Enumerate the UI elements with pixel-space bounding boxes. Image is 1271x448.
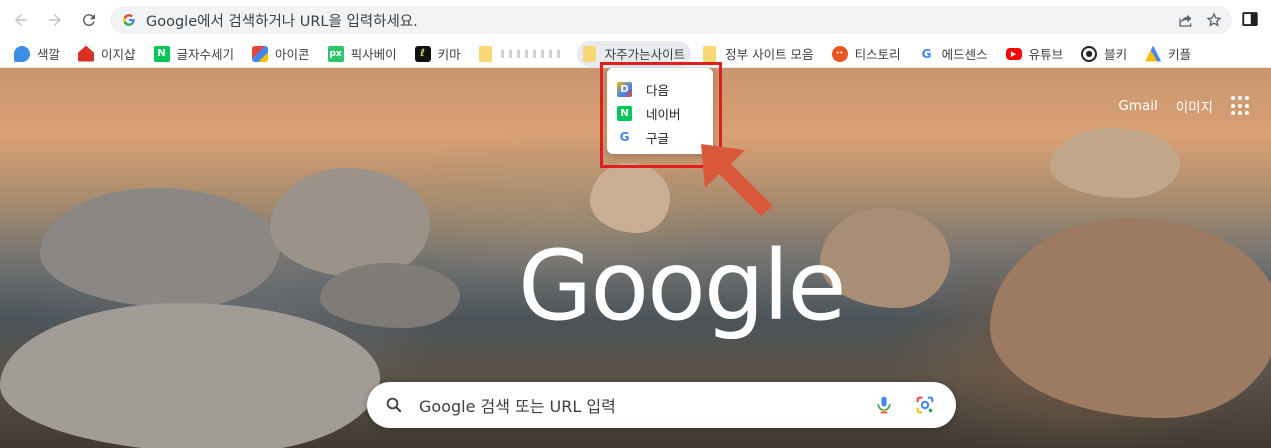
youtube-icon: ▶ (1005, 47, 1022, 60)
apps-grid-icon[interactable] (1231, 96, 1251, 116)
background-rock (320, 263, 460, 328)
bookmark-item[interactable]: ▶ 유튜브 (1000, 41, 1070, 67)
google-g-icon (123, 14, 135, 26)
icon-shapes-icon (252, 45, 269, 62)
background-rock (270, 168, 430, 278)
top-links: Gmail 이미지 (1118, 96, 1251, 116)
side-panel-icon[interactable] (1241, 10, 1259, 28)
redacted-label (500, 49, 565, 58)
bookmark-item[interactable]: G 에드센스 (913, 41, 994, 67)
browser-toolbar: Google에서 검색하거나 URL을 입력하세요. (0, 0, 1271, 40)
search-placeholder: Google 검색 또는 URL 입력 (419, 397, 616, 416)
arrow-right-icon (49, 14, 61, 26)
folder-icon (478, 45, 492, 62)
background-rock (990, 218, 1271, 418)
target-icon: ● (1081, 45, 1098, 62)
images-link[interactable]: 이미지 (1176, 96, 1213, 116)
naver-n-icon: N (153, 45, 170, 62)
google-g-icon: G (921, 46, 932, 61)
gmail-link[interactable]: Gmail (1118, 98, 1157, 114)
google-logo: Google (518, 230, 847, 342)
bookmark-item[interactable]: 색깔 (8, 41, 66, 67)
pixabay-icon: px (327, 45, 344, 62)
search-icon (386, 397, 402, 413)
bookmark-item[interactable]: ·· 티스토리 (826, 41, 907, 67)
reload-icon (82, 14, 95, 27)
folder-icon (703, 45, 717, 62)
shop-house-icon (78, 45, 95, 62)
share-icon[interactable] (1178, 12, 1194, 28)
bookmark-item[interactable]: 이지샵 (72, 41, 142, 67)
reload-button[interactable] (72, 3, 106, 37)
bookmark-folder[interactable] (473, 41, 571, 67)
address-bar[interactable]: Google에서 검색하거나 URL을 입력하세요. (110, 6, 1232, 34)
color-palette-icon (14, 45, 30, 62)
address-text: Google에서 검색하거나 URL을 입력하세요. (146, 13, 418, 30)
tistory-icon: ·· (831, 45, 848, 62)
bookmark-item[interactable]: 키플 (1139, 41, 1197, 67)
background-rock (1050, 128, 1180, 198)
forward-button[interactable] (38, 3, 72, 37)
back-button[interactable] (4, 3, 38, 37)
keyma-icon: ℓ (414, 45, 431, 62)
bookmark-item[interactable]: ● 블키 (1075, 41, 1133, 67)
google-lens-icon[interactable] (914, 394, 936, 416)
background-rock (40, 188, 280, 308)
pointer-arrow-icon (701, 144, 773, 216)
microphone-icon[interactable] (874, 394, 894, 416)
search-box[interactable]: Google 검색 또는 URL 입력 (367, 382, 956, 428)
arrow-left-icon (15, 14, 27, 26)
folder-icon (582, 45, 596, 62)
background-rock (590, 163, 670, 233)
background-rock (0, 303, 380, 448)
google-ads-icon (1145, 45, 1162, 62)
bookmark-item[interactable]: px 픽사베이 (322, 41, 403, 67)
bookmark-item[interactable]: N 글자수세기 (148, 41, 241, 67)
bookmark-item[interactable]: ℓ 키마 (409, 41, 467, 67)
bookmark-item[interactable]: 아이콘 (246, 41, 316, 67)
bookmark-star-icon[interactable] (1206, 12, 1222, 28)
